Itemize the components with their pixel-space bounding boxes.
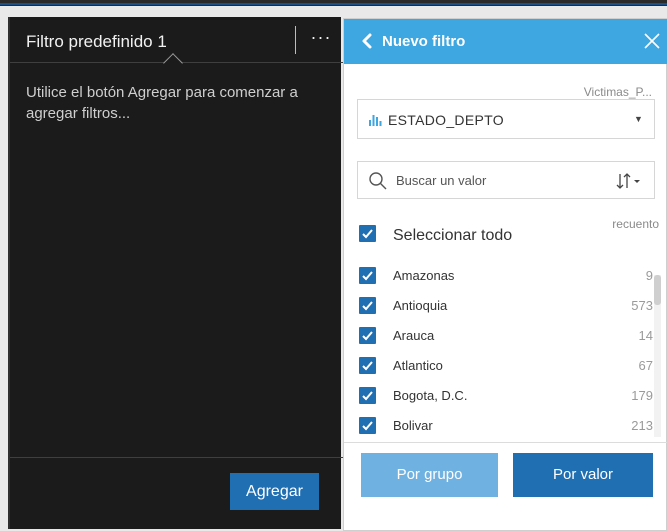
checkbox-checked-icon[interactable] <box>359 387 376 404</box>
search-input[interactable] <box>396 170 596 190</box>
list-item-label: Amazonas <box>393 268 455 283</box>
search-box <box>357 161 655 199</box>
list-item-count: 179 <box>631 388 653 403</box>
list-item-label: Bogota, D.C. <box>393 388 468 403</box>
by-group-button[interactable]: Por grupo <box>361 453 498 497</box>
list-item[interactable]: Atlantico 67 <box>357 353 653 379</box>
checkbox-checked-icon[interactable] <box>359 225 376 242</box>
list-item[interactable]: Antioquia 573 <box>357 293 653 319</box>
list-item-label: Antioquia <box>393 298 448 313</box>
bar-chart-icon <box>368 112 382 126</box>
list-item-count: 67 <box>638 358 653 373</box>
add-filter-button[interactable]: Agregar <box>230 473 319 510</box>
by-value-button[interactable]: Por valor <box>513 453 653 497</box>
list-item-count: 573 <box>631 298 653 313</box>
new-filter-panel: Nuevo filtro Victimas_P... ESTADO_DEPTO … <box>343 18 667 531</box>
checkbox-checked-icon[interactable] <box>359 327 376 344</box>
list-item[interactable]: Arauca 14 <box>357 323 653 349</box>
field-dropdown[interactable]: ESTADO_DEPTO ▼ <box>357 99 655 139</box>
chevron-down-icon: ▼ <box>634 114 643 124</box>
checkbox-checked-icon[interactable] <box>359 297 376 314</box>
scrollbar-thumb[interactable] <box>654 275 661 305</box>
list-item-count: 14 <box>638 328 653 343</box>
header-divider <box>295 26 296 54</box>
list-item[interactable]: Bolivar 213 <box>357 413 653 439</box>
predefined-filter-panel: Filtro predefinido 1 ··· Utilice el botó… <box>8 17 343 529</box>
close-icon[interactable] <box>640 29 664 53</box>
select-all-label: Seleccionar todo <box>393 227 513 244</box>
predefined-filter-title: Filtro predefinido 1 <box>26 32 167 51</box>
panel-footer-divider <box>10 457 343 458</box>
empty-filters-message: Utilice el botón Agregar para comenzar a… <box>26 84 298 122</box>
search-icon <box>368 171 388 191</box>
checkbox-checked-icon[interactable] <box>359 267 376 284</box>
new-filter-header: Nuevo filtro <box>344 19 667 64</box>
value-list: recuento Seleccionar todo Amazonas 9 Ant… <box>357 215 661 447</box>
list-item[interactable]: Bogota, D.C. 179 <box>357 383 653 409</box>
chevron-left-icon[interactable] <box>356 30 378 52</box>
select-all-row[interactable]: Seleccionar todo <box>357 221 657 247</box>
window-top-border <box>0 0 667 6</box>
list-item-label: Atlantico <box>393 358 443 373</box>
field-name: ESTADO_DEPTO <box>388 112 504 128</box>
list-item-label: Arauca <box>393 328 435 343</box>
new-filter-title: Nuevo filtro <box>382 33 466 50</box>
checkbox-checked-icon[interactable] <box>359 357 376 374</box>
sort-icon[interactable] <box>614 170 648 192</box>
app-frame: Filtro predefinido 1 ··· Utilice el botó… <box>0 0 667 531</box>
list-item-count: 9 <box>645 268 653 283</box>
panel-footer-divider <box>344 442 667 443</box>
list-item-count: 213 <box>631 418 653 433</box>
list-item-label: Bolivar <box>393 418 433 433</box>
dataset-name: Victimas_P... <box>583 85 652 99</box>
more-options-button[interactable]: ··· <box>306 28 336 51</box>
checkbox-checked-icon[interactable] <box>359 417 376 434</box>
list-item[interactable]: Amazonas 9 <box>357 263 653 289</box>
